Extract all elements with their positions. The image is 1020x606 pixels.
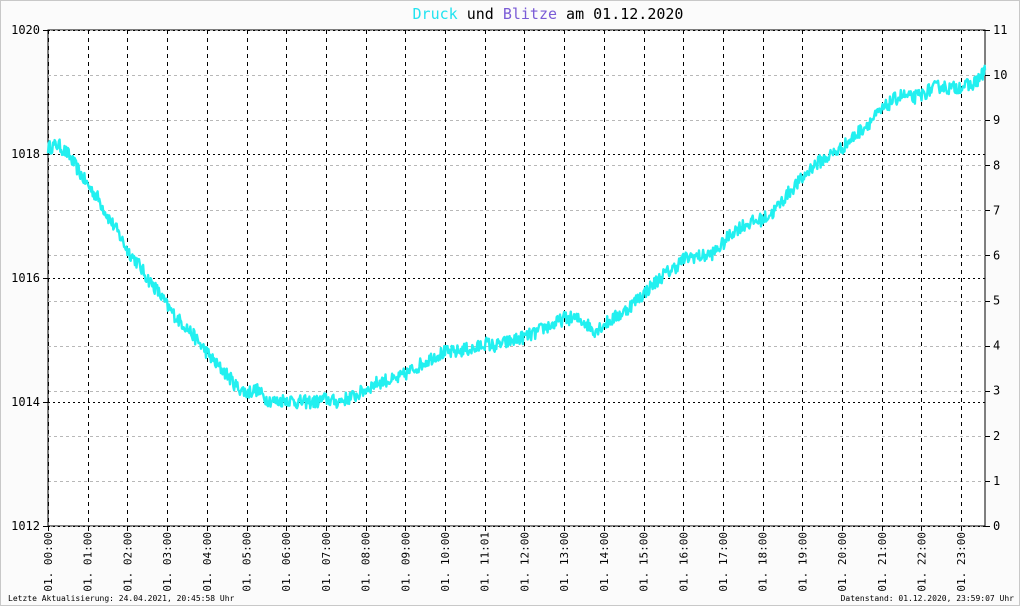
y-right-tick-label: 5 [993,294,1000,308]
pressure-lightning-chart: 1012 1014 1016 1018 1020 0 1 2 3 4 5 6 7 8 9 10 11 01. … [8,5,1015,603]
left-y-axis: 1012 1014 1016 1018 1020 [11,23,48,533]
x-tick-label: 01. 02:00 [121,532,134,592]
x-tick-label: 01. 05:00 [241,532,254,592]
x-tick-label: 01. 11:01 [479,532,492,592]
x-tick-label: 01. 23:00 [955,532,968,592]
title-date: am 01.12.2020 [557,5,683,23]
x-tick-label: 01. 03:00 [161,532,174,592]
x-tick-label: 01. 21:00 [876,532,889,592]
x-tick-label: 01. 13:00 [558,532,571,592]
x-tick-label: 01. 06:00 [280,532,293,592]
y-right-tick-label: 10 [993,68,1007,82]
x-tick-label: 01. 14:00 [598,532,611,592]
y-right-tick-label: 1 [993,474,1000,488]
y-left-tick-label: 1014 [11,395,40,409]
y-right-tick-label: 7 [993,203,1000,217]
x-tick-label: 01. 15:00 [638,532,651,592]
title-druck: Druck [413,5,458,23]
x-tick-label: 01. 20:00 [836,532,849,592]
y-left-tick-label: 1020 [11,23,40,37]
y-left-tick-label: 1012 [11,519,40,533]
x-tick-label: 01. 10:00 [439,532,452,592]
y-right-tick-label: 6 [993,248,1000,262]
y-left-tick-label: 1016 [11,271,40,285]
chart-title: Druck und Blitze am 01.12.2020 [413,5,684,23]
x-tick-label: 01. 22:00 [916,532,929,592]
x-tick-label: 01. 04:00 [201,532,214,592]
x-tick-label: 01. 01:00 [82,532,95,592]
y-right-tick-label: 0 [993,519,1000,533]
x-tick-label: 01. 00:00 [42,532,55,592]
y-right-tick-label: 3 [993,384,1000,398]
y-right-tick-label: 8 [993,158,1000,172]
footer-data-status: Datenstand: 01.12.2020, 23:59:07 Uhr [841,594,1015,603]
title-blitze: Blitze [503,5,557,23]
x-tick-label: 01. 07:00 [320,532,333,592]
title-und: und [458,5,503,23]
x-tick-label: 01. 18:00 [757,532,770,592]
x-tick-label: 01. 16:00 [677,532,690,592]
y-right-tick-label: 2 [993,429,1000,443]
x-tick-label: 01. 19:00 [796,532,809,592]
right-y-axis: 0 1 2 3 4 5 6 7 8 9 10 11 [985,23,1007,533]
x-axis: 01. 00:00 01. 01:00 01. 02:00 01. 03:00 01. … [42,526,968,592]
x-tick-label: 01. 12:00 [518,532,531,592]
y-right-tick-label: 9 [993,113,1000,127]
y-right-tick-label: 4 [993,339,1000,353]
x-tick-label: 01. 17:00 [717,532,730,592]
y-left-tick-label: 1018 [11,147,40,161]
footer-last-update: Letzte Aktualisierung: 24.04.2021, 20:45… [8,594,235,603]
x-tick-label: 01. 08:00 [360,532,373,592]
y-right-tick-label: 11 [993,23,1007,37]
x-tick-label: 01. 09:00 [399,532,412,592]
